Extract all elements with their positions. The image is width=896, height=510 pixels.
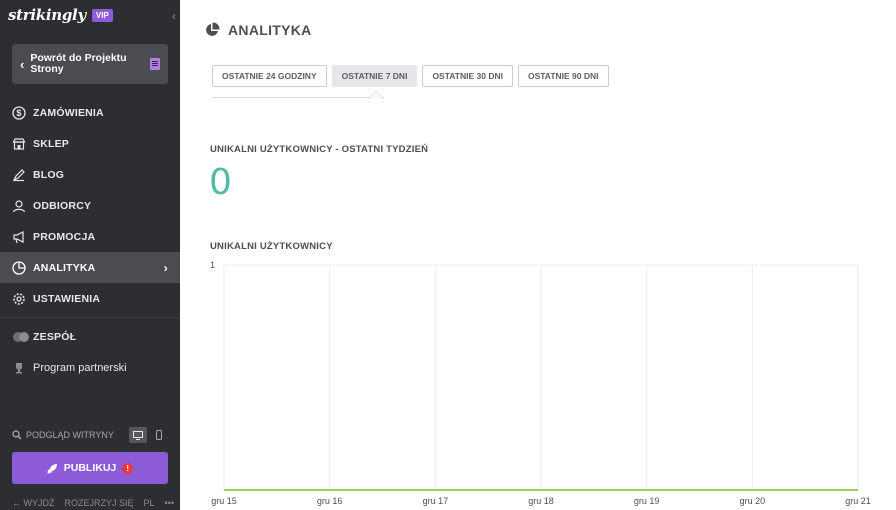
sidebar-item-label: SKLEP	[33, 137, 70, 150]
unique-users-week-label: UNIKALNI UŻYTKOWNICY - OSTATNI TYDZIEŃ	[210, 144, 429, 155]
brand-logo[interactable]: strikingly VIP	[8, 6, 113, 24]
vip-badge: VIP	[91, 8, 113, 22]
chevron-left-icon: ‹	[20, 56, 25, 72]
trophy-icon	[16, 362, 22, 373]
sidebar-item-audience[interactable]: ODBIORCY	[0, 190, 180, 221]
more-menu-button[interactable]: •••	[165, 498, 174, 508]
sidebar-item-partner-program[interactable]: Program partnerski	[0, 352, 180, 383]
tab-last-7-days[interactable]: OSTATNIE 7 DNI	[331, 65, 418, 87]
browse-link[interactable]: ROZEJRZYJ SIĘ	[65, 498, 134, 508]
back-button-label: Powrót do Projektu Strony	[30, 52, 127, 75]
store-icon	[12, 137, 26, 150]
x-tick-label: gru 19	[634, 496, 660, 506]
tab-last-90-days[interactable]: OSTATNIE 90 DNI	[517, 65, 609, 87]
tab-underline	[212, 97, 384, 98]
sidebar-item-label: ANALITYKA	[33, 261, 96, 274]
site-preview-row: PODGLĄD WITRYNY	[12, 427, 168, 443]
chevron-left-icon[interactable]: ‹	[172, 9, 176, 23]
sidebar-item-label: ODBIORCY	[33, 199, 92, 212]
sidebar-item-team[interactable]: ZESPÓŁ	[0, 321, 180, 352]
language-selector[interactable]: PL	[144, 498, 155, 508]
time-range-tabs: OSTATNIE 24 GODZINY OSTATNIE 7 DNI OSTAT…	[212, 65, 609, 87]
svg-text:$: $	[16, 108, 21, 118]
y-tick-label: 1	[210, 260, 215, 270]
sidebar: strikingly VIP ‹ ‹ Powrót do Projektu St…	[0, 0, 180, 510]
chevron-right-icon: ›	[163, 261, 168, 275]
x-tick-label: gru 16	[317, 496, 343, 506]
sidebar-item-analytics[interactable]: ANALITYKA ›	[0, 252, 180, 283]
pie-chart-icon	[206, 22, 220, 36]
main-content: ANALITYKA OSTATNIE 24 GODZINY OSTATNIE 7…	[180, 0, 896, 510]
sidebar-item-store[interactable]: SKLEP	[0, 128, 180, 159]
sidebar-item-label: BLOG	[33, 168, 65, 181]
sidebar-item-label: ZAMÓWIENIA	[33, 106, 104, 119]
alert-icon: !	[122, 462, 134, 474]
chart-title: UNIKALNI UŻYTKOWNICY	[210, 241, 333, 252]
active-tab-pointer	[369, 91, 383, 98]
sidebar-item-label: ZESPÓŁ	[33, 330, 77, 343]
rocket-icon	[47, 463, 57, 473]
sidebar-nav: $ ZAMÓWIENIA SKLEP BLOG ODBIORCY PROMOCJ…	[0, 97, 180, 383]
desktop-icon	[133, 430, 143, 440]
sidebar-item-promotion[interactable]: PROMOCJA	[0, 221, 180, 252]
logout-link[interactable]: ← WYJDŹ	[12, 498, 55, 508]
site-preview-link[interactable]: PODGLĄD WITRYNY	[26, 430, 114, 440]
pen-icon	[12, 168, 25, 181]
mobile-icon	[156, 430, 162, 440]
x-tick-label: gru 20	[740, 496, 766, 506]
x-tick-label: gru 15	[211, 496, 237, 506]
sidebar-item-orders[interactable]: $ ZAMÓWIENIA	[0, 97, 180, 128]
publish-label: PUBLIKUJ	[63, 462, 117, 474]
unique-users-line-chart: 1 gru 15 gru 16 gru 17 gru 18 gru 19 gru 20 gru…	[210, 260, 871, 506]
desktop-preview-button[interactable]	[129, 427, 147, 443]
gear-icon	[13, 292, 25, 305]
mobile-preview-button[interactable]	[150, 427, 168, 443]
logout-label: WYJDŹ	[23, 498, 55, 508]
page-title-text: ANALITYKA	[228, 22, 312, 38]
search-icon	[12, 430, 22, 440]
sidebar-footer: ← WYJDŹ ROZEJRZYJ SIĘ PL •••	[12, 498, 177, 508]
tab-last-30-days[interactable]: OSTATNIE 30 DNI	[422, 65, 513, 87]
x-tick-label: gru 21	[845, 496, 871, 506]
sidebar-item-label: USTAWIENIA	[33, 292, 101, 305]
publish-button[interactable]: PUBLIKUJ !	[12, 452, 168, 484]
unique-users-week-value: 0	[209, 162, 232, 203]
sidebar-divider	[0, 317, 180, 318]
pie-chart-icon	[12, 260, 26, 275]
dollar-circle-icon: $	[12, 105, 26, 120]
team-icon	[13, 331, 29, 342]
x-tick-label: gru 17	[423, 496, 449, 506]
device-toggle	[126, 427, 168, 443]
sidebar-item-label: PROMOCJA	[33, 230, 96, 243]
page-title: ANALITYKA	[204, 22, 312, 38]
tab-last-24-hours[interactable]: OSTATNIE 24 GODZINY	[212, 65, 327, 87]
x-tick-label: gru 18	[528, 496, 554, 506]
megaphone-icon	[13, 230, 24, 243]
sidebar-item-blog[interactable]: BLOG	[0, 159, 180, 190]
sidebar-item-label: Program partnerski	[33, 361, 127, 374]
sidebar-item-settings[interactable]: USTAWIENIA	[0, 283, 180, 314]
document-icon	[150, 58, 160, 70]
back-to-site-editor-button[interactable]: ‹ Powrót do Projektu Strony	[12, 44, 168, 84]
brand-name: strikingly	[8, 6, 86, 24]
audience-icon	[12, 199, 26, 212]
